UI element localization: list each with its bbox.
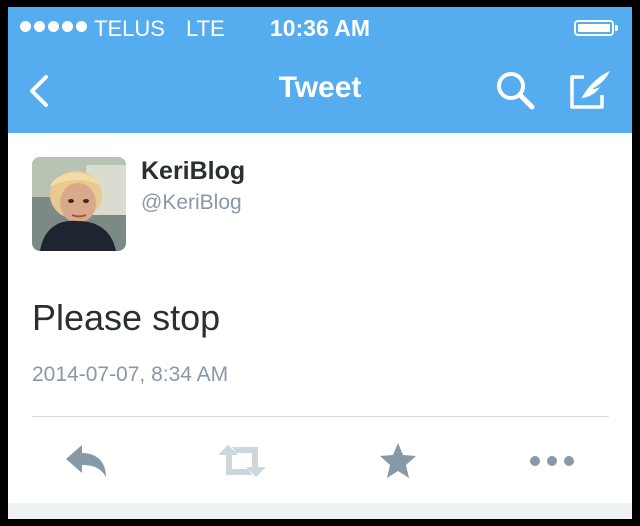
- avatar[interactable]: [32, 157, 126, 251]
- screen: TELUS LTE 10:36 AM Tweet KeriBlog @KeriB…: [8, 7, 632, 519]
- user-handle[interactable]: @KeriBlog: [141, 191, 242, 215]
- tweet-text: Please stop: [32, 297, 221, 338]
- reply-icon: [66, 445, 106, 477]
- tweet-timestamp: 2014-07-07, 8:34 AM: [32, 363, 229, 386]
- retweet-icon: [218, 445, 266, 477]
- more-icon: [530, 456, 574, 466]
- profile-photo: [32, 157, 126, 251]
- header-bar: TELUS LTE 10:36 AM Tweet: [8, 7, 632, 133]
- more-button[interactable]: [526, 439, 578, 483]
- reply-button[interactable]: [62, 439, 110, 483]
- display-name[interactable]: KeriBlog: [141, 157, 245, 186]
- favorite-icon: [380, 443, 416, 478]
- page-title: Tweet: [278, 71, 362, 104]
- divider: [32, 416, 609, 417]
- compose-icon: [570, 71, 610, 109]
- battery-icon: [574, 20, 618, 36]
- bottom-strip: [8, 503, 632, 519]
- favorite-button[interactable]: [376, 439, 420, 483]
- status-time: 10:36 AM: [269, 15, 371, 41]
- status-bar: TELUS LTE 10:36 AM: [8, 7, 632, 47]
- retweet-button[interactable]: [214, 439, 270, 483]
- search-icon: [497, 72, 535, 110]
- compose-button[interactable]: [566, 65, 614, 113]
- search-button[interactable]: [494, 69, 538, 113]
